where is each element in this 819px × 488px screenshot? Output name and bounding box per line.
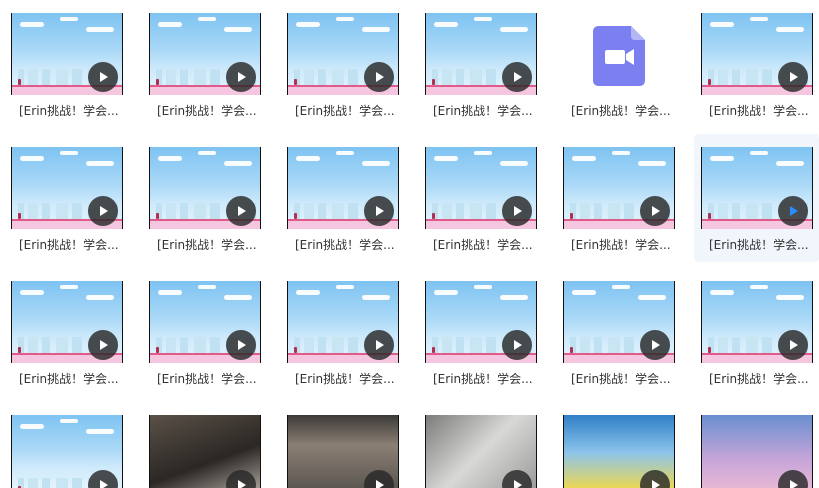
file-tile[interactable]: [Erin挑战！学会... [276, 134, 400, 252]
video-thumbnail[interactable] [11, 281, 123, 363]
file-tile[interactable]: [Erin挑战！学会... [276, 0, 400, 118]
file-name[interactable]: [Erin挑战！学会... [19, 103, 129, 119]
file-tile[interactable] [690, 402, 814, 488]
file-tile[interactable]: [Erin挑战！学会... [138, 0, 262, 118]
play-icon[interactable] [640, 196, 670, 226]
file-tile-hovered[interactable]: [Erin挑战！学会... [694, 134, 819, 262]
file-name[interactable]: [Erin挑战！学会... [433, 371, 543, 387]
file-tile[interactable]: [Erin挑战！学会... [138, 134, 262, 252]
file-name[interactable]: [Erin挑战！学会... [157, 103, 267, 119]
video-thumbnail[interactable] [425, 415, 537, 488]
play-icon[interactable] [640, 330, 670, 360]
video-thumbnail[interactable] [149, 147, 261, 229]
file-tile[interactable]: [Erin挑战！学会... [690, 268, 814, 386]
video-thumbnail[interactable] [563, 281, 675, 363]
file-tile[interactable]: [Erin挑战！学会... [0, 268, 124, 386]
video-file-icon[interactable] [593, 26, 645, 86]
video-thumbnail[interactable] [563, 147, 675, 229]
play-icon[interactable] [502, 196, 532, 226]
file-name[interactable]: [Erin挑战！学会... [19, 237, 129, 253]
play-icon[interactable] [502, 62, 532, 92]
file-tile[interactable]: [Erin挑战！学会... [690, 0, 814, 118]
video-thumbnail[interactable] [425, 281, 537, 363]
file-name[interactable]: [Erin挑战！学会... [157, 371, 267, 387]
video-thumbnail[interactable] [149, 415, 261, 488]
file-name[interactable]: [Erin挑战！学会... [571, 371, 681, 387]
video-thumbnail[interactable] [11, 147, 123, 229]
file-name[interactable]: [Erin挑战！学会... [433, 103, 543, 119]
file-tile[interactable]: [Erin挑战！学会... [276, 268, 400, 386]
video-thumbnail[interactable] [425, 13, 537, 95]
file-name[interactable]: [Erin挑战！学会... [709, 237, 819, 253]
play-icon[interactable] [226, 330, 256, 360]
file-tile[interactable]: [Erin挑战！学会... [0, 134, 124, 252]
play-icon[interactable] [88, 330, 118, 360]
file-grid: [Erin挑战！学会... [Erin挑战！学会... [Erin挑战！学会..… [0, 0, 819, 488]
play-icon[interactable] [364, 62, 394, 92]
file-tile[interactable]: [Erin挑战！学会... [552, 134, 676, 252]
video-thumbnail[interactable] [287, 147, 399, 229]
play-icon[interactable] [778, 330, 808, 360]
play-icon[interactable] [226, 196, 256, 226]
video-thumbnail[interactable] [425, 147, 537, 229]
file-name[interactable]: [Erin挑战！学会... [19, 371, 129, 387]
file-tile[interactable]: [Erin挑战！学会... [414, 134, 538, 252]
video-thumbnail[interactable] [149, 281, 261, 363]
video-thumbnail[interactable] [287, 13, 399, 95]
file-name[interactable]: [Erin挑战！学会... [709, 103, 819, 119]
video-thumbnail[interactable] [701, 13, 813, 95]
play-icon[interactable] [226, 62, 256, 92]
file-tile[interactable] [0, 402, 124, 488]
file-name[interactable]: [Erin挑战！学会... [571, 103, 681, 119]
video-thumbnail[interactable] [11, 415, 123, 488]
file-tile[interactable]: [Erin挑战！学会... [138, 268, 262, 386]
video-thumbnail[interactable] [701, 281, 813, 363]
video-thumbnail[interactable] [701, 415, 813, 488]
file-tile[interactable] [552, 402, 676, 488]
play-icon[interactable] [778, 62, 808, 92]
file-name[interactable]: [Erin挑战！学会... [157, 237, 267, 253]
file-tile[interactable]: [Erin挑战！学会... [0, 0, 124, 118]
play-icon[interactable] [364, 196, 394, 226]
file-tile[interactable] [138, 402, 262, 488]
file-tile[interactable]: [Erin挑战！学会... [414, 0, 538, 118]
file-tile[interactable] [414, 402, 538, 488]
video-thumbnail[interactable] [701, 147, 813, 229]
video-thumbnail[interactable] [149, 13, 261, 95]
file-name[interactable]: [Erin挑战！学会... [571, 237, 681, 253]
file-tile[interactable]: [Erin挑战！学会... [552, 0, 676, 118]
video-thumbnail[interactable] [287, 415, 399, 488]
video-thumbnail[interactable] [11, 13, 123, 95]
play-icon[interactable] [502, 330, 532, 360]
file-tile[interactable]: [Erin挑战！学会... [414, 268, 538, 386]
file-name[interactable]: [Erin挑战！学会... [433, 237, 543, 253]
video-thumbnail[interactable] [287, 281, 399, 363]
file-name[interactable]: [Erin挑战！学会... [295, 237, 405, 253]
video-thumbnail[interactable] [563, 415, 675, 488]
play-icon[interactable] [88, 62, 118, 92]
file-name[interactable]: [Erin挑战！学会... [709, 371, 819, 387]
play-icon[interactable] [778, 196, 808, 226]
file-tile[interactable] [276, 402, 400, 488]
file-name[interactable]: [Erin挑战！学会... [295, 103, 405, 119]
play-icon[interactable] [88, 196, 118, 226]
file-tile[interactable]: [Erin挑战！学会... [552, 268, 676, 386]
play-icon[interactable] [364, 330, 394, 360]
file-name[interactable]: [Erin挑战！学会... [295, 371, 405, 387]
